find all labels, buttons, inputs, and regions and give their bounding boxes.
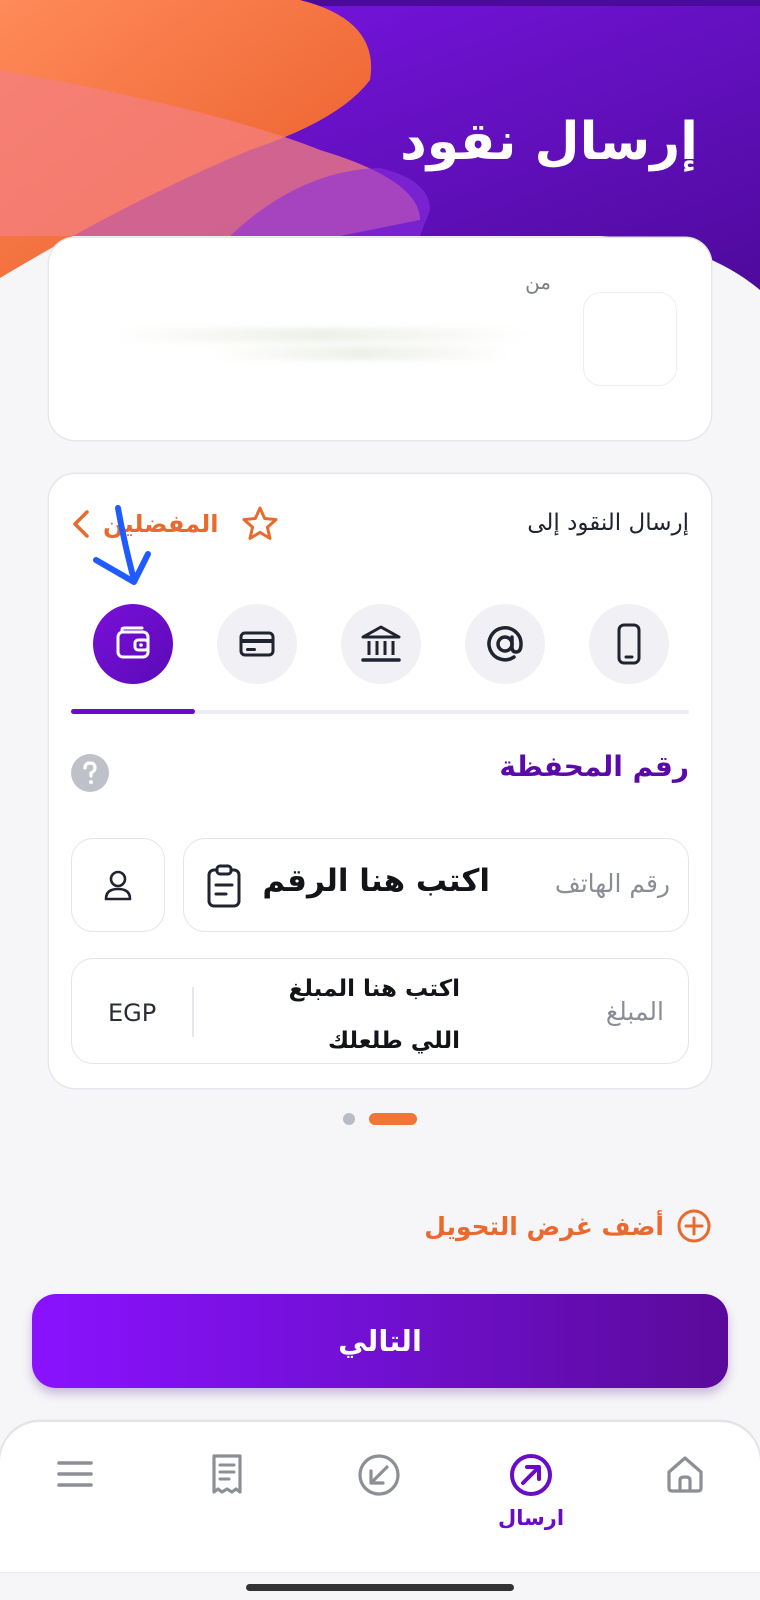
menu-icon — [57, 1461, 93, 1487]
send-to-label: إرسال النقود إلى — [527, 510, 689, 536]
receive-arrow-icon — [358, 1454, 400, 1496]
transfer-method-row — [93, 604, 673, 684]
currency-label: EGP — [108, 999, 157, 1027]
star-icon — [242, 506, 278, 540]
clipboard-icon[interactable] — [204, 863, 244, 909]
nav-item-receive[interactable] — [339, 1452, 419, 1552]
bottom-navigation: ارسال — [0, 1422, 760, 1572]
obscured-account-name — [111, 328, 531, 342]
at-sign-icon — [487, 626, 523, 662]
add-transfer-purpose-link[interactable]: أضف غرض التحويل — [424, 1206, 712, 1246]
next-button[interactable]: التالي — [32, 1294, 728, 1388]
account-avatar — [583, 292, 677, 386]
plus-circle-icon — [677, 1209, 711, 1243]
smartphone-icon — [617, 623, 641, 665]
amount-input[interactable]: المبلغ اكتب هنا المبلغ اللي طلعلك EGP — [71, 958, 689, 1064]
phone-number-input[interactable]: رقم الهاتف اكتب هنا الرقم — [183, 838, 689, 932]
method-card-button[interactable] — [217, 604, 297, 684]
method-wallet-button[interactable] — [93, 604, 173, 684]
amount-divider — [192, 987, 194, 1037]
page-title: إرسال نقود — [400, 112, 698, 172]
home-icon — [667, 1456, 703, 1493]
phone-label: رقم الهاتف — [554, 869, 670, 898]
amount-value: اكتب هنا المبلغ اللي طلعلك — [288, 976, 460, 1054]
obscured-account-number — [211, 346, 511, 360]
add-transfer-purpose-label: أضف غرض التحويل — [424, 1211, 664, 1241]
pager-dot-active[interactable] — [369, 1113, 417, 1125]
from-account-card[interactable]: من — [49, 238, 711, 440]
wallet-number-title: رقم المحفظة — [499, 750, 689, 783]
nav-item-send[interactable]: ارسال — [491, 1452, 571, 1552]
nav-item-home[interactable] — [645, 1452, 725, 1552]
annotation-arrow-icon — [93, 505, 151, 585]
method-mobile-button[interactable] — [589, 604, 669, 684]
receipt-icon — [212, 1454, 242, 1494]
contacts-button[interactable] — [71, 838, 165, 932]
bank-icon — [361, 625, 401, 662]
wallet-icon — [116, 626, 150, 659]
from-label: من — [525, 270, 551, 294]
help-icon[interactable] — [71, 754, 109, 792]
method-bank-button[interactable] — [341, 604, 421, 684]
system-home-indicator[interactable] — [246, 1584, 514, 1591]
amount-label: المبلغ — [605, 997, 664, 1026]
nav-item-receipts[interactable] — [187, 1452, 267, 1552]
person-icon — [104, 870, 132, 901]
method-email-button[interactable] — [465, 604, 545, 684]
send-arrow-icon — [510, 1454, 552, 1496]
pager-dot[interactable] — [343, 1113, 355, 1125]
phone-value: اكتب هنا الرقم — [262, 863, 490, 899]
nav-item-menu[interactable] — [35, 1452, 115, 1552]
credit-card-icon — [239, 631, 275, 657]
method-tab-indicator — [71, 709, 195, 714]
nav-label-send: ارسال — [497, 1506, 565, 1530]
